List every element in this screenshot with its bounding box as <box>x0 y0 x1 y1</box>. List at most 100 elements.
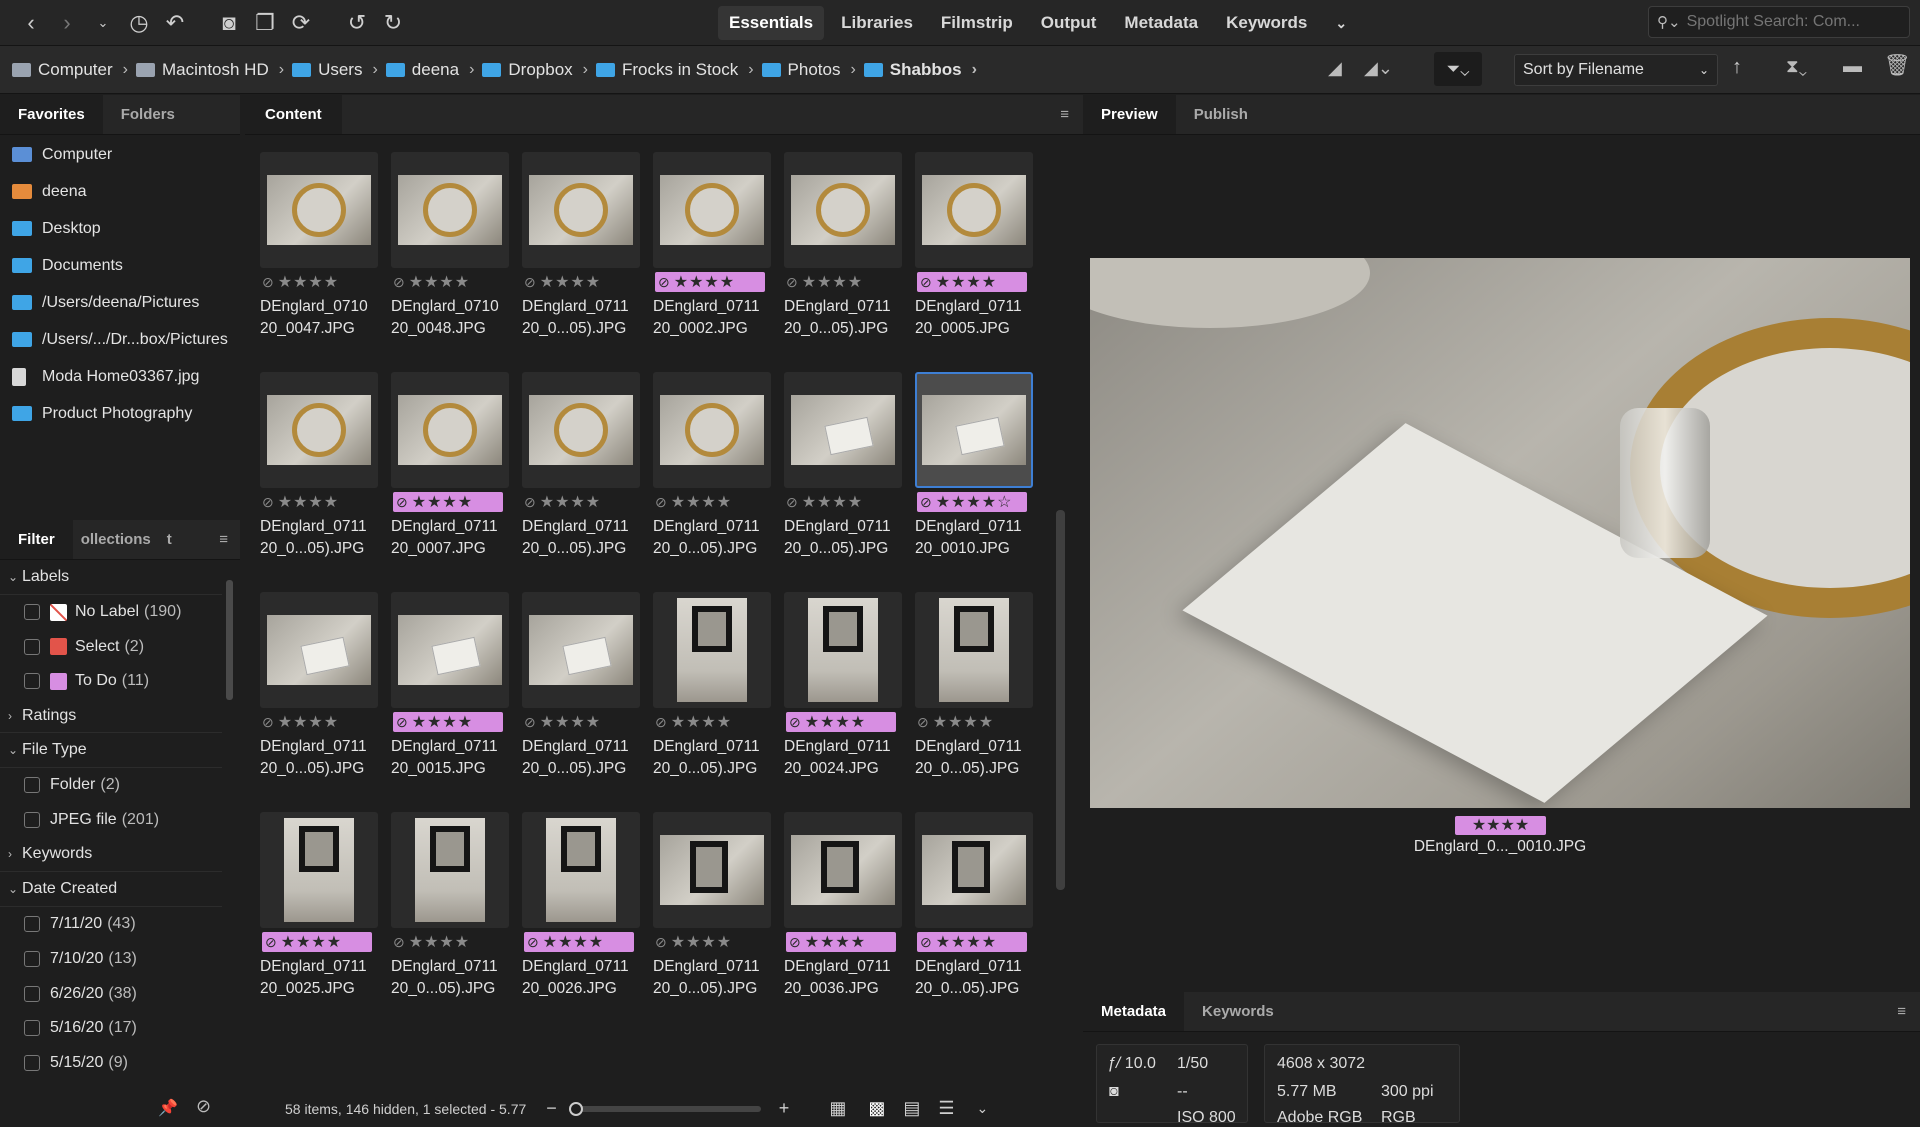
reject-icon[interactable]: ⊘ <box>920 494 933 511</box>
rating-stars[interactable]: ⊘ ★★★★ <box>786 272 863 292</box>
tab-publish[interactable]: Publish <box>1176 95 1266 134</box>
filter-option[interactable]: 7/11/20 (43) <box>0 907 222 942</box>
rating-stars[interactable]: ⊘ ★★★★ <box>393 712 503 732</box>
tab-favorites[interactable]: Favorites <box>0 95 103 134</box>
reject-icon[interactable]: ⊘ <box>396 714 409 731</box>
thumbnail-item[interactable]: ⊘ ★★★★ DEnglard_0711 20_0026.JPG <box>520 810 642 1022</box>
thumbnail-frame[interactable] <box>391 152 509 268</box>
breadcrumb-item[interactable]: Computer › <box>12 60 128 80</box>
tab-folders[interactable]: Folders <box>103 95 193 134</box>
sort-rating-icon[interactable]: ◢ <box>1328 58 1342 79</box>
thumbnail-frame[interactable] <box>653 372 771 488</box>
reject-icon[interactable]: ⊘ <box>527 934 540 951</box>
rating-stars[interactable]: ⊘ ★★★★☆ <box>917 492 1027 512</box>
tab-collections[interactable]: ollections <box>73 520 159 559</box>
thumbnail-frame[interactable] <box>391 592 509 708</box>
rating-stars[interactable]: ⊘ ★★★★ <box>393 272 470 292</box>
thumbnail-item[interactable]: ⊘ ★★★★ DEnglard_0711 20_0...05).JPG <box>520 590 642 802</box>
thumbnail-item[interactable]: ⊘ ★★★★ DEnglard_0711 20_0024.JPG <box>782 590 904 802</box>
thumbnail-item[interactable]: ⊘ ★★★★ DEnglard_0711 20_0...05).JPG <box>520 150 642 362</box>
reject-icon[interactable]: ⊘ <box>393 934 406 951</box>
filter-checkbox[interactable] <box>24 916 40 933</box>
filter-checkbox[interactable] <box>24 638 40 655</box>
favorite-item[interactable]: /Users/.../Dr...box/Pictures <box>0 321 240 358</box>
filter-checkbox[interactable] <box>24 673 40 690</box>
reject-icon[interactable]: ⊘ <box>789 934 802 951</box>
rating-stars[interactable]: ⊘ ★★★★ <box>655 712 732 732</box>
reject-icon[interactable]: ⊘ <box>786 494 799 511</box>
filter-option[interactable]: 5/15/20 (9) <box>0 1046 222 1081</box>
favorite-item[interactable]: Product Photography <box>0 395 240 432</box>
filter-checkbox[interactable] <box>24 812 40 829</box>
favorite-item[interactable]: Desktop <box>0 210 240 247</box>
tab-keywords[interactable]: Keywords <box>1184 992 1292 1031</box>
reject-icon[interactable]: ⊘ <box>789 714 802 731</box>
rating-stars[interactable]: ⊘ ★★★★ <box>917 272 1027 292</box>
filter-checkbox[interactable] <box>24 777 40 794</box>
thumbnail-frame[interactable] <box>915 152 1033 268</box>
thumbnail-frame[interactable] <box>522 372 640 488</box>
thumbnail-frame[interactable] <box>522 152 640 268</box>
spotlight-search[interactable]: ⚲⌄ <box>1648 6 1910 38</box>
rating-stars[interactable]: ⊘ ★★★★ <box>786 492 863 512</box>
reject-icon[interactable]: ⊘ <box>524 274 537 291</box>
thumbnail-frame[interactable] <box>915 592 1033 708</box>
rating-stars[interactable]: ⊘ ★★★★ <box>786 932 896 952</box>
thumbnail-item[interactable]: ⊘ ★★★★ DEnglard_0710 20_0048.JPG <box>389 150 511 362</box>
panel-menu-icon[interactable]: ≡ <box>207 520 240 559</box>
workspace-output[interactable]: Output <box>1030 6 1108 40</box>
rating-stars[interactable]: ⊘ ★★★★ <box>262 712 339 732</box>
thumbnail-frame[interactable] <box>391 372 509 488</box>
workspace-libraries[interactable]: Libraries <box>830 6 924 40</box>
favorite-item[interactable]: Moda Home03367.jpg <box>0 358 240 395</box>
breadcrumb-item[interactable]: Frocks in Stock › <box>596 60 754 80</box>
thumbnail-item[interactable]: ⊘ ★★★★ DEnglard_0711 20_0...05).JPG <box>651 370 773 582</box>
zoom-in-icon[interactable]: + <box>779 1098 790 1119</box>
filter-scrollbar[interactable] <box>226 580 233 700</box>
thumbnail-frame[interactable] <box>784 152 902 268</box>
recent-files-icon[interactable]: ◷ <box>124 8 154 38</box>
thumbnail-item[interactable]: ⊘ ★★★★ DEnglard_0711 20_0002.JPG <box>651 150 773 362</box>
thumbnail-frame[interactable] <box>915 372 1033 488</box>
favorite-item[interactable]: Computer <box>0 136 240 173</box>
thumbnail-item[interactable]: ⊘ ★★★★ DEnglard_0711 20_0...05).JPG <box>651 810 773 1022</box>
thumbnail-frame[interactable] <box>653 812 771 928</box>
thumbnail-size-slider[interactable] <box>568 1101 761 1116</box>
forward-icon[interactable]: › <box>52 8 82 38</box>
thumbnail-item[interactable]: ⊘ ★★★★ DEnglard_0711 20_0025.JPG <box>258 810 380 1022</box>
filter-group-date[interactable]: ⌄ Date Created <box>0 872 222 907</box>
reject-icon[interactable]: ⊘ <box>396 494 409 511</box>
reject-icon[interactable]: ⊘ <box>920 274 933 291</box>
breadcrumb-item[interactable]: Macintosh HD › <box>135 60 284 80</box>
filter-group-filetype[interactable]: ⌄ File Type <box>0 733 222 769</box>
breadcrumb-item[interactable]: Shabbos › <box>863 60 977 80</box>
rating-stars[interactable]: ⊘ ★★★★ <box>917 932 1027 952</box>
filter-checkbox[interactable] <box>24 950 40 967</box>
breadcrumb-item[interactable]: Dropbox › <box>482 60 588 80</box>
filter-option[interactable]: 6/26/20 (38) <box>0 976 222 1011</box>
thumbnail-item[interactable]: ⊘ ★★★★ DEnglard_0711 20_0015.JPG <box>389 590 511 802</box>
thumbnail-frame[interactable] <box>391 812 509 928</box>
thumbnail-item[interactable]: ⊘ ★★★★ DEnglard_0711 20_0007.JPG <box>389 370 511 582</box>
favorite-item[interactable]: /Users/deena/Pictures <box>0 284 240 321</box>
thumbnail-item[interactable]: ⊘ ★★★★ DEnglard_0711 20_0...05).JPG <box>520 370 642 582</box>
camera-icon[interactable]: ◙ <box>214 8 244 38</box>
reject-icon[interactable]: ⊘ <box>262 714 275 731</box>
metadata-menu-icon[interactable]: ≡ <box>1883 992 1920 1031</box>
filter-option[interactable]: Select (2) <box>0 629 222 664</box>
reject-icon[interactable]: ⊘ <box>920 934 933 951</box>
tab-content[interactable]: Content <box>245 95 342 134</box>
thumbnail-frame[interactable] <box>522 812 640 928</box>
sort-dropdown[interactable]: Sort by Filename ⌄ <box>1514 54 1718 86</box>
content-menu-icon[interactable]: ≡ <box>1046 95 1083 134</box>
reject-icon[interactable]: ⊘ <box>655 714 668 731</box>
tab-preview[interactable]: Preview <box>1083 95 1176 134</box>
filter-option[interactable]: Folder (2) <box>0 768 222 803</box>
reject-icon[interactable]: ⊘ <box>524 714 537 731</box>
workspace-more-chevron-icon[interactable]: ⌄ <box>1324 6 1358 40</box>
sort-rating-menu-icon[interactable]: ◢⌄ <box>1364 58 1393 79</box>
redo-icon[interactable]: ↻ <box>378 8 408 38</box>
breadcrumb-item[interactable]: Users › <box>292 60 378 80</box>
view-options-icon[interactable]: ⌄ <box>977 1100 989 1117</box>
tab-filter[interactable]: Filter <box>0 520 73 559</box>
